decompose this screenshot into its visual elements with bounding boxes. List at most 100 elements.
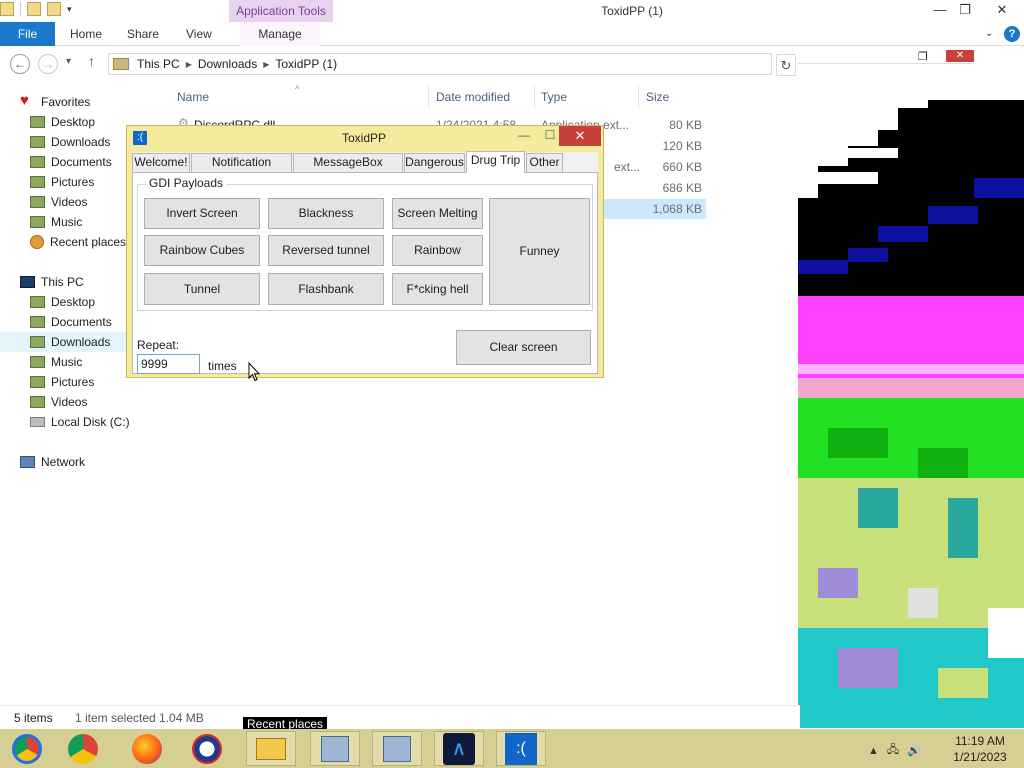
tab-home[interactable]: Home [70, 22, 102, 46]
nav-item-pc-pictures[interactable]: Pictures [30, 372, 94, 392]
reversed-tunnel-button[interactable]: Reversed tunnel [268, 235, 384, 266]
taskbar-app[interactable]: ∧ [434, 731, 484, 766]
nav-item-local-disk[interactable]: Local Disk (C:) [30, 412, 130, 432]
rainbow-cubes-button[interactable]: Rainbow Cubes [144, 235, 260, 266]
taskbar-app-explorer[interactable] [246, 731, 296, 766]
nav-item-downloads[interactable]: Downloads [30, 132, 110, 152]
breadcrumb-downloads[interactable]: Downloads [198, 57, 257, 71]
fcking-hell-button[interactable]: F*cking hell [392, 273, 483, 305]
recent-places-icon [30, 235, 44, 249]
tunnel-button[interactable]: Tunnel [144, 273, 260, 305]
tab-other[interactable]: Other [526, 153, 563, 172]
videos-icon [30, 396, 45, 408]
column-header-date[interactable]: Date modified [436, 90, 510, 104]
nav-label: Music [51, 215, 83, 229]
tab-drug-trip[interactable]: Drug Trip [466, 151, 525, 173]
file-size: 660 KB [662, 160, 702, 174]
taskbar-app[interactable] [2, 731, 52, 766]
nav-label: Recent places [50, 235, 127, 249]
disk-icon [30, 417, 45, 427]
glitch-fragment [798, 260, 848, 274]
group-title: GDI Payloads [146, 176, 227, 190]
breadcrumb-this-pc[interactable]: This PC [137, 57, 180, 71]
nav-item-pc-videos[interactable]: Videos [30, 392, 87, 412]
nav-this-pc[interactable]: This PC [20, 272, 84, 292]
close-button[interactable]: ✕ [980, 0, 1024, 22]
taskbar-app[interactable] [122, 731, 172, 766]
chevron-right-icon[interactable]: ▶ [263, 60, 269, 69]
network-icon [383, 735, 411, 762]
file-tab[interactable]: File [0, 22, 55, 46]
taskbar-app[interactable] [58, 731, 108, 766]
taskbar-app-toxidpp[interactable]: :( [496, 731, 546, 766]
tab-welcome[interactable]: Welcome! [132, 153, 190, 172]
taskbar-app[interactable] [310, 731, 360, 766]
firefox-icon [132, 733, 162, 764]
heart-icon: ♥ [20, 92, 29, 109]
flashbank-button[interactable]: Flashbank [268, 273, 384, 305]
taskbar-app[interactable] [182, 731, 232, 766]
screen-melting-button[interactable]: Screen Melting [392, 198, 483, 229]
nav-label: Pictures [51, 375, 95, 389]
nav-label: Downloads [51, 135, 111, 149]
explorer-titlebar: ▾ Application Tools ToxidPP (1) — ❐ ✕ [0, 0, 1024, 22]
column-header-type[interactable]: Type [541, 90, 567, 104]
address-bar[interactable]: This PC ▶ Downloads ▶ ToxidPP (1) ⌄ [108, 53, 873, 75]
nav-item-recent-places[interactable]: Recent places [30, 232, 126, 252]
network-icon [321, 735, 349, 762]
nav-favorites[interactable]: ♥ Favorites [20, 92, 90, 112]
dialog-minimize-button[interactable]: — [511, 126, 537, 146]
forward-button[interactable]: → [38, 54, 58, 74]
tab-messagebox-creator[interactable]: MessageBox Creator [293, 153, 403, 186]
documents-icon [30, 156, 45, 168]
nav-item-pc-documents[interactable]: Documents [30, 312, 112, 332]
network-tray-icon[interactable]: 🖧 [887, 741, 899, 760]
back-button[interactable]: ← [10, 54, 30, 74]
ribbon-expand-icon[interactable]: ⌄ [985, 22, 993, 46]
column-header-size[interactable]: Size [646, 90, 669, 104]
invert-screen-button[interactable]: Invert Screen [144, 198, 260, 229]
nav-item-pictures[interactable]: Pictures [30, 172, 94, 192]
refresh-button[interactable]: ↻ [776, 54, 796, 76]
nav-item-pc-music[interactable]: Music [30, 352, 82, 372]
up-button[interactable]: ↑ [88, 53, 95, 69]
nav-network[interactable]: Network [20, 452, 85, 472]
nav-item-documents[interactable]: Documents [30, 152, 112, 172]
chevron-right-icon[interactable]: ▶ [186, 60, 192, 69]
repeat-count-input[interactable] [137, 354, 200, 374]
volume-icon[interactable]: 🔊 [907, 744, 921, 757]
minimize-button[interactable]: — [926, 0, 954, 22]
glitch-fragment [798, 148, 898, 158]
tab-manage[interactable]: Manage [240, 22, 320, 46]
nav-label: This PC [41, 275, 84, 289]
help-icon[interactable]: ? [1004, 26, 1020, 42]
window-title: ToxidPP (1) [601, 4, 663, 18]
maximize-button[interactable]: ❐ [952, 0, 978, 22]
tab-notification-creator[interactable]: Notification Creator [191, 153, 292, 186]
glitch-fragment [818, 568, 858, 598]
close-icon: ✕ [946, 50, 974, 62]
tab-share[interactable]: Share [127, 22, 159, 46]
dialog-close-button[interactable]: ✕ [559, 126, 601, 146]
folder-icon [113, 58, 129, 70]
recent-locations-icon[interactable]: ▾ [66, 56, 71, 67]
chevron-up-icon[interactable]: ▲ [868, 745, 879, 757]
system-tray: ▲ 🖧 🔊 [868, 741, 921, 760]
nav-item-videos[interactable]: Videos [30, 192, 87, 212]
column-header-name[interactable]: Name [177, 90, 209, 104]
rainbow-button[interactable]: Rainbow [392, 235, 483, 266]
taskbar-clock[interactable]: 11:19 AM 1/21/2023 [942, 733, 1018, 765]
funney-button[interactable]: Funney [489, 198, 590, 305]
tab-view[interactable]: View [186, 22, 212, 46]
blackness-button[interactable]: Blackness [268, 198, 384, 229]
breadcrumb-toxidpp[interactable]: ToxidPP (1) [275, 57, 337, 71]
nav-item-music[interactable]: Music [30, 212, 82, 232]
file-size: 80 KB [669, 118, 702, 132]
nav-item-pc-desktop[interactable]: Desktop [30, 292, 95, 312]
nav-item-desktop[interactable]: Desktop [30, 112, 95, 132]
taskbar-app[interactable] [372, 731, 422, 766]
tab-dangerous[interactable]: Dangerous [404, 153, 465, 172]
glitch-fragment [798, 172, 878, 184]
clear-screen-button[interactable]: Clear screen [456, 330, 591, 365]
glitch-fragment [848, 248, 888, 262]
